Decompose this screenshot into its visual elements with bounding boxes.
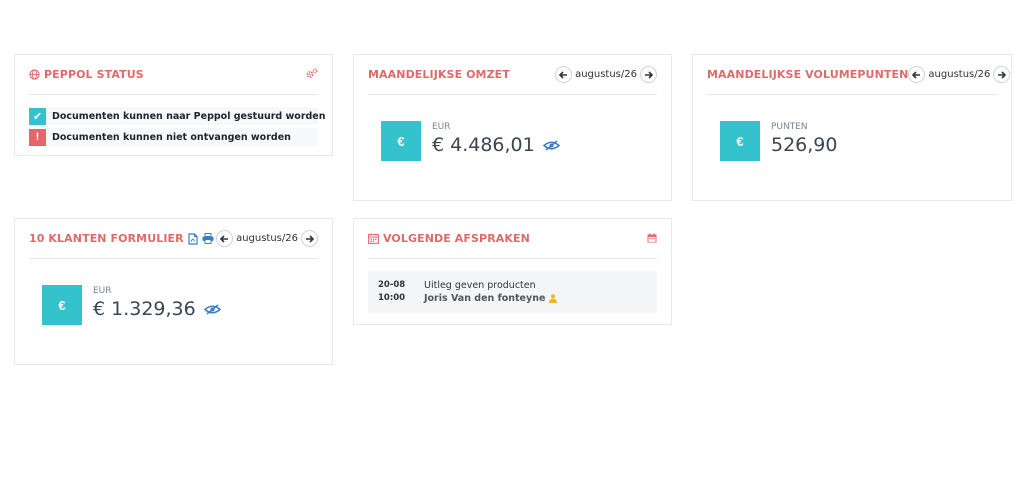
volume-stat: € PUNTEN 526,90: [720, 121, 837, 161]
monthly-revenue-header: MAANDELIJKSE OMZET augustus/26: [368, 55, 657, 95]
peppol-status-title: PEPPOL STATUS: [44, 68, 144, 81]
exclamation-icon: !: [29, 128, 46, 146]
customers-form-card: 10 KLANTEN FORMULIER augustus/26 € EUR €…: [14, 218, 333, 365]
euro-icon: €: [381, 121, 421, 161]
appointment-time: 10:00: [378, 293, 406, 303]
monthly-volume-card: MAANDELIJKSE VOLUMEPUNTEN augustus/26 € …: [692, 54, 1012, 201]
customers-form-header: 10 KLANTEN FORMULIER augustus/26: [29, 219, 318, 259]
pdf-icon[interactable]: [188, 232, 198, 245]
prev-month-button[interactable]: [216, 230, 234, 247]
peppol-status-header: PEPPOL STATUS: [29, 55, 318, 95]
check-icon: ✔: [29, 107, 46, 125]
revenue-stat: € EUR € 4.486,01: [381, 121, 560, 161]
monthly-volume-title: MAANDELIJKSE VOLUMEPUNTEN: [707, 68, 909, 81]
stat-unit: EUR: [93, 286, 112, 296]
user-icon: [549, 294, 558, 303]
stat-unit: EUR: [432, 122, 451, 132]
customers-stat: € EUR € 1.329,36: [42, 285, 221, 325]
period-label: augustus/26: [236, 233, 298, 244]
peppol-status-row-send: ✔ Documenten kunnen naar Peppol gestuurd…: [29, 107, 326, 125]
euro-icon: €: [42, 285, 82, 325]
prev-month-button[interactable]: [908, 66, 926, 83]
period-nav: augustus/26: [908, 66, 1011, 83]
period-nav: augustus/26: [216, 230, 318, 247]
peppol-status-text: Documenten kunnen naar Peppol gestuurd w…: [52, 110, 326, 122]
gears-icon[interactable]: [306, 66, 318, 84]
arrow-left-icon: [220, 234, 229, 243]
print-icon[interactable]: [202, 233, 214, 244]
period-label: augustus/26: [575, 69, 637, 80]
euro-icon: €: [720, 121, 760, 161]
prev-month-button[interactable]: [555, 66, 573, 83]
monthly-revenue-card: MAANDELIJKSE OMZET augustus/26 € EUR € 4…: [353, 54, 672, 201]
customers-form-title: 10 KLANTEN FORMULIER: [29, 232, 184, 245]
arrow-left-icon: [559, 70, 568, 79]
next-month-button[interactable]: [993, 66, 1011, 83]
upcoming-appointments-title: VOLGENDE AFSPRAKEN: [383, 232, 530, 245]
arrow-left-icon: [912, 70, 921, 79]
calendar-icon: [368, 233, 379, 244]
appointment-date: 20-08: [378, 280, 406, 290]
peppol-status-text: Documenten kunnen niet ontvangen worden: [52, 131, 291, 143]
stat-unit: PUNTEN: [771, 122, 808, 132]
monthly-volume-header: MAANDELIJKSE VOLUMEPUNTEN augustus/26: [707, 55, 1011, 95]
upcoming-appointments-header: VOLGENDE AFSPRAKEN: [368, 219, 657, 259]
appointment-item[interactable]: 20-08 10:00 Uitleg geven producten Joris…: [368, 271, 657, 313]
next-month-button[interactable]: [640, 66, 657, 83]
volume-value: 526,90: [771, 134, 838, 156]
customers-value: € 1.329,36: [93, 298, 196, 320]
appointment-title: Uitleg geven producten: [424, 280, 536, 291]
monthly-revenue-title: MAANDELIJKSE OMZET: [368, 68, 510, 81]
arrow-right-icon: [645, 70, 653, 79]
peppol-status-card: PEPPOL STATUS ✔ Documenten kunnen naar P…: [14, 54, 333, 156]
arrow-right-icon: [306, 234, 314, 243]
period-nav: augustus/26: [555, 66, 657, 83]
peppol-status-row-receive: ! Documenten kunnen niet ontvangen worde…: [29, 128, 318, 146]
eye-slash-icon[interactable]: [203, 303, 221, 315]
revenue-value: € 4.486,01: [432, 134, 535, 156]
arrow-right-icon: [998, 70, 1007, 79]
eye-slash-icon[interactable]: [542, 139, 560, 151]
calendar-icon[interactable]: [647, 230, 657, 248]
next-month-button[interactable]: [301, 230, 318, 247]
upcoming-appointments-card: VOLGENDE AFSPRAKEN 20-08 10:00 Uitleg ge…: [353, 218, 672, 325]
period-label: augustus/26: [928, 69, 991, 80]
globe-icon: [29, 69, 40, 80]
appointment-person: Joris Van den fonteyne: [424, 293, 546, 304]
